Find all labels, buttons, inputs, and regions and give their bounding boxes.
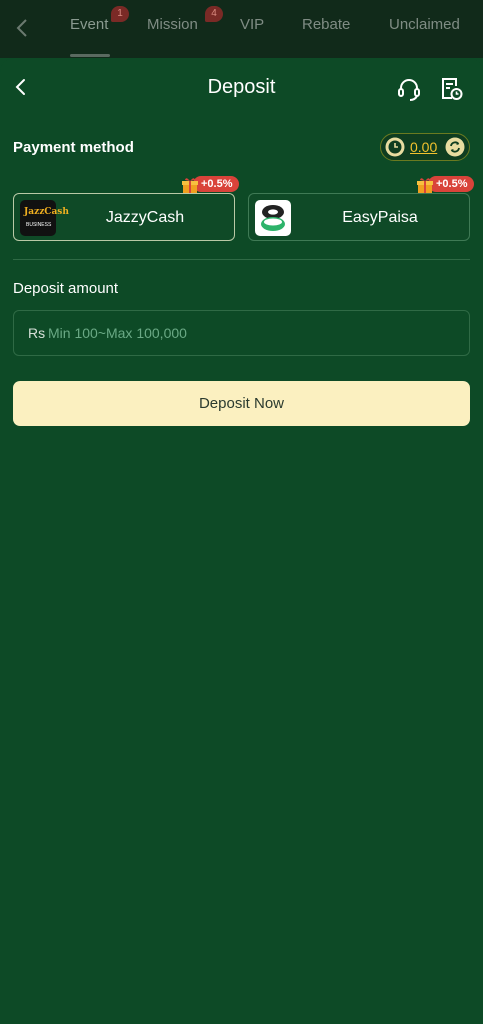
- top-tab-bar: Event 1 Mission 4 VIP Rebate Unclaimed: [0, 0, 483, 58]
- deposit-history-icon[interactable]: [438, 76, 464, 102]
- section-divider: [13, 259, 470, 260]
- payment-method-easypaisa[interactable]: EasyPaisa +0.5%: [248, 176, 474, 241]
- bonus-tag: +0.5%: [193, 176, 239, 192]
- tab-mission[interactable]: Mission: [147, 16, 198, 38]
- tab-vip[interactable]: VIP: [240, 16, 264, 38]
- easypaisa-logo: [255, 200, 291, 236]
- tab-event-badge: 1: [111, 6, 129, 22]
- payment-method-name: EasyPaisa: [342, 209, 418, 226]
- deposit-amount-field[interactable]: Rs: [13, 310, 470, 356]
- gift-icon: [181, 176, 199, 194]
- balance-value: 0.00: [410, 139, 438, 155]
- gift-icon: [416, 176, 434, 194]
- customer-support-icon[interactable]: [396, 76, 422, 102]
- tab-mission-badge: 4: [205, 6, 223, 22]
- payment-method-label: Payment method: [13, 139, 134, 156]
- currency-label: Rs: [28, 325, 46, 341]
- balance-clock-icon: [384, 136, 406, 158]
- tab-unclaimed[interactable]: Unclaimed: [389, 16, 460, 38]
- jazzcash-logo-subtext: BUSINESS: [26, 222, 52, 228]
- tab-event[interactable]: Event: [70, 16, 108, 38]
- deposit-now-button[interactable]: Deposit Now: [13, 381, 470, 426]
- payment-method-jazzcash[interactable]: JazzCash BUSINESS JazzyCash +0.5%: [13, 176, 239, 241]
- active-tab-indicator: [70, 54, 110, 57]
- deposit-amount-input[interactable]: [48, 312, 458, 354]
- deposit-panel: Deposit Payment method 0.00 JazzCash BUS…: [0, 58, 483, 1024]
- deposit-amount-label: Deposit amount: [13, 280, 119, 297]
- back-chevron-icon[interactable]: [10, 14, 34, 42]
- balance-pill: 0.00: [380, 133, 470, 161]
- bonus-tag: +0.5%: [428, 176, 474, 192]
- jazzcash-logo: JazzCash BUSINESS: [20, 200, 69, 236]
- refresh-icon[interactable]: [445, 137, 465, 157]
- tab-rebate[interactable]: Rebate: [302, 16, 350, 38]
- payment-method-name: JazzyCash: [105, 209, 185, 226]
